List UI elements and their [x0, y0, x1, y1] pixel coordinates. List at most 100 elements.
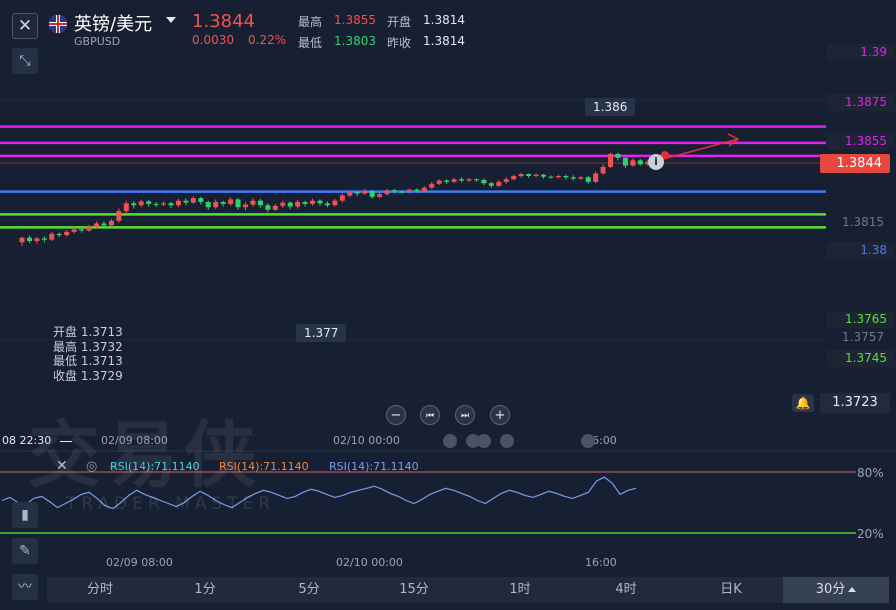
candle	[615, 152, 621, 161]
candle	[324, 201, 330, 208]
candle-body	[526, 174, 532, 176]
tab-timeframe-1m[interactable]: 1分	[153, 577, 257, 603]
chevron-down-icon[interactable]	[166, 17, 176, 23]
candle-body	[593, 173, 599, 182]
candle	[56, 232, 62, 238]
info-icon[interactable]: i	[648, 154, 664, 170]
candle	[295, 200, 301, 209]
candle	[518, 172, 524, 178]
level-tag-1-3745: 1.3745	[827, 350, 895, 367]
tab-timeframe-5m[interactable]: 5分	[257, 577, 361, 603]
event-marker-4[interactable]	[500, 434, 514, 448]
open-label: 开盘	[387, 15, 412, 29]
prev-button[interactable]: ⏮	[420, 405, 440, 425]
candle	[332, 198, 338, 207]
candle	[123, 200, 129, 214]
candle	[34, 237, 40, 244]
candle-body	[406, 189, 412, 193]
candle-body	[541, 174, 546, 177]
candle-body	[473, 179, 479, 181]
candle	[488, 181, 494, 188]
rsi-settings-icon[interactable]: ◎	[86, 459, 97, 474]
price-change-pct: 0.22%	[248, 33, 287, 47]
candle-body	[19, 237, 25, 243]
candle-body	[265, 205, 271, 210]
chart-grid	[0, 99, 826, 401]
candle-body	[384, 190, 390, 195]
candle-body	[243, 204, 248, 208]
event-marker-5[interactable]	[581, 434, 595, 448]
tab-timeframe-30m[interactable]: 30分	[783, 577, 889, 603]
level-tag-1-3765: 1.3765	[827, 311, 895, 328]
candle	[19, 236, 25, 247]
candle	[228, 197, 234, 206]
candle	[511, 174, 517, 181]
candle	[168, 202, 174, 208]
candle-body	[220, 202, 226, 204]
chart-type-button[interactable]: ▮	[12, 502, 38, 528]
ohlc-open: 开盘 1.3713	[53, 325, 123, 339]
low-label: 最低	[298, 36, 323, 50]
candle	[362, 189, 368, 195]
candle-body	[161, 203, 167, 205]
candle	[451, 177, 457, 184]
candle-body	[608, 153, 614, 167]
tab-timeframe-15m[interactable]: 15分	[361, 577, 467, 603]
candle	[220, 200, 226, 207]
candlestick-chart[interactable]	[0, 0, 896, 610]
event-marker-3[interactable]	[477, 434, 491, 448]
ohlc-close: 收盘 1.3729	[53, 368, 123, 383]
candle	[64, 229, 70, 237]
symbol-title[interactable]: 英镑/美元	[74, 10, 152, 36]
rsi-level-20: 20%	[857, 527, 884, 541]
candle-body	[451, 179, 457, 182]
candle-body	[295, 202, 301, 207]
zoom-in-button[interactable]: +	[490, 405, 510, 425]
candle	[161, 201, 167, 206]
candle-body	[600, 166, 606, 174]
candle-body	[41, 238, 47, 240]
candle-body	[287, 202, 293, 207]
indicator-button[interactable]: 〰	[12, 574, 38, 600]
close-button[interactable]: ✕	[12, 13, 38, 39]
candle-body	[488, 183, 494, 186]
candle	[593, 171, 599, 184]
tab-timeframe-daily[interactable]: 日K	[679, 577, 783, 603]
candle	[578, 176, 584, 180]
fullscreen-toggle-button[interactable]: ⤡	[12, 48, 38, 74]
tab-timeframe-intraday[interactable]: 分时	[47, 577, 153, 603]
tab-timeframe-4h[interactable]: 4时	[573, 577, 679, 603]
next-button[interactable]: ⏭	[455, 405, 475, 425]
candle-body	[26, 237, 32, 241]
candle	[86, 224, 92, 232]
candle	[339, 193, 345, 203]
candle	[250, 198, 256, 207]
candle-body	[257, 200, 263, 206]
candle-body	[317, 200, 323, 204]
current-price: 1.3844	[192, 11, 255, 32]
watermark-cn: 交易侠	[28, 413, 263, 497]
cursor-time: 08 22:30	[2, 434, 52, 447]
candle-body	[630, 160, 636, 166]
candle-body	[392, 190, 397, 192]
event-marker-1[interactable]	[443, 434, 457, 448]
level-tag-1-3875: 1.3875	[827, 94, 895, 111]
candle-body	[570, 177, 576, 179]
candle-body	[101, 223, 107, 226]
candle-body	[228, 199, 234, 204]
candle-body	[64, 231, 70, 236]
candle-body	[481, 179, 487, 184]
tab-timeframe-1h[interactable]: 1时	[467, 577, 573, 603]
candle	[280, 200, 286, 208]
shrink-icon: ⤡	[19, 53, 31, 69]
candle-body	[399, 191, 405, 193]
draw-tool-button[interactable]: ✎	[12, 538, 38, 564]
alert-price-value: 1.3723	[820, 393, 890, 413]
candle-body	[190, 198, 196, 203]
rsi-close-icon[interactable]: ✕	[56, 458, 68, 474]
zoom-out-button[interactable]: −	[386, 405, 406, 425]
horizontal-lines	[0, 125, 826, 229]
pencil-icon: ✎	[19, 543, 31, 559]
price-alert-button[interactable]: 🔔	[792, 394, 814, 412]
candle	[213, 199, 219, 210]
